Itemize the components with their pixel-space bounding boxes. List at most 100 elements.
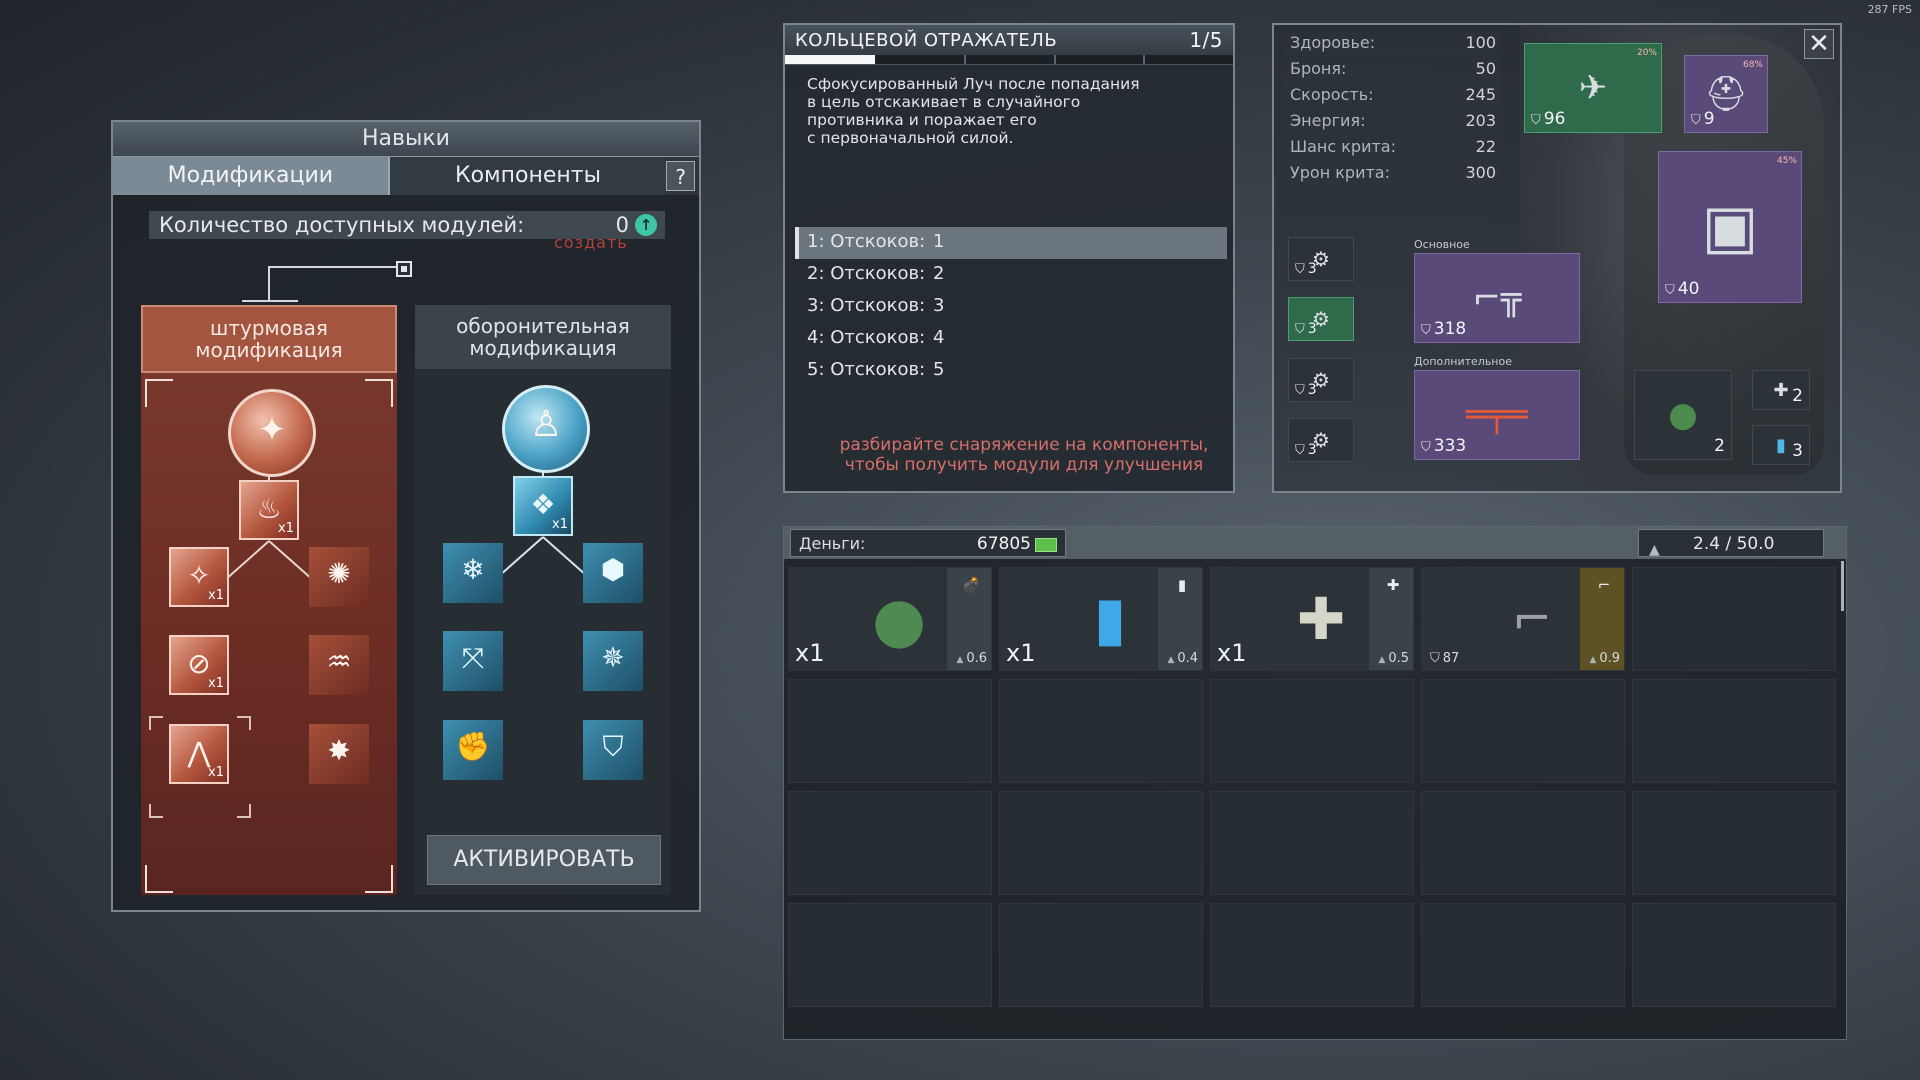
inventory-empty-slot[interactable] — [1421, 791, 1625, 895]
defense-root-node[interactable]: ♙ — [502, 385, 590, 473]
bandage-slot[interactable]: ✚ 2 — [1752, 370, 1810, 410]
progress-tick — [964, 55, 967, 64]
secondary-weapon-armor: 333 — [1421, 436, 1466, 456]
mod-slot[interactable]: ⚙3 — [1288, 358, 1354, 402]
inventory-empty-slot[interactable] — [1632, 567, 1836, 671]
helmet-slot[interactable]: ⛑ 68% 9 — [1684, 55, 1768, 133]
inventory-empty-slot[interactable] — [1210, 679, 1414, 783]
expand-icon[interactable] — [396, 261, 412, 277]
defense-node-frost[interactable]: ❄ — [443, 543, 503, 603]
shield-icon: ⛉ — [602, 730, 624, 763]
assault-node-beam[interactable]: ✧ x1 — [169, 547, 229, 607]
level-row[interactable]: 5: Отскоков: 5 — [795, 355, 1227, 387]
upgrade-arrow-icon[interactable]: ↑ — [635, 214, 657, 236]
secondary-weapon-slot[interactable]: ═╤═ 333 — [1414, 370, 1580, 460]
level-row[interactable]: 4: Отскоков: 4 — [795, 323, 1227, 355]
tab-components[interactable]: Компоненты — [389, 157, 667, 195]
level-row[interactable]: 3: Отскоков: 3 — [795, 291, 1227, 323]
beam-icon: ✦ — [257, 410, 287, 450]
mod-armor: 3 — [1295, 261, 1317, 277]
assault-root-node[interactable]: ✦ — [228, 389, 316, 477]
inventory-empty-slot[interactable] — [999, 791, 1203, 895]
skill-description-panel: КОЛЬЦЕВОЙ ОТРАЖАТЕЛЬ 1/5 Сфокусированный… — [783, 23, 1235, 493]
defense-tree: оборонительная модификация ♙ ❖ x1 ❄ ⬢ ⤧ … — [415, 305, 671, 895]
defense-node-shield[interactable]: ⛉ — [583, 720, 643, 780]
flash-icon: ✸ — [327, 734, 351, 767]
assault-node-target[interactable]: ⊘ x1 — [169, 635, 229, 695]
tab-modifications[interactable]: Модификации — [113, 157, 390, 195]
node-level: x1 — [552, 517, 568, 532]
stat-value: 245 — [1465, 85, 1496, 104]
inventory-item-bandage[interactable]: ✚ ✚ x1 0.5 — [1210, 567, 1414, 671]
inventory-scrollbar[interactable] — [1841, 561, 1844, 611]
mod-slot[interactable]: ⚙3 — [1288, 237, 1354, 281]
assault-node-ricochet[interactable]: ⋀ x1 — [169, 724, 229, 784]
level-row[interactable]: 1: Отскоков: 1 — [795, 227, 1227, 259]
inventory-empty-slot[interactable] — [1421, 679, 1625, 783]
flames-icon: ♒ — [326, 645, 352, 678]
inventory-empty-slot[interactable] — [999, 903, 1203, 1007]
battery-slot[interactable]: ▮ 3 — [1752, 425, 1810, 465]
inventory-empty-slot[interactable] — [788, 791, 992, 895]
inventory-empty-slot[interactable] — [788, 903, 992, 1007]
item-weight: 0.5 — [1379, 651, 1409, 666]
stat-value: 203 — [1465, 111, 1496, 130]
vest-slot[interactable]: ▣ 45% 40 — [1658, 151, 1802, 303]
money-label: Деньги: — [799, 534, 866, 553]
battery-type-icon: ▮ — [1177, 576, 1187, 594]
mod-slot[interactable]: ⚙3 — [1288, 418, 1354, 462]
drone-condition: 20% — [1636, 48, 1657, 58]
item-quantity: x1 — [795, 639, 825, 667]
stat-value: 22 — [1475, 137, 1496, 156]
stat-label: Энергия: — [1290, 111, 1366, 130]
inventory-empty-slot[interactable] — [1210, 791, 1414, 895]
primary-weapon-armor: 318 — [1421, 319, 1466, 339]
item-weight: 0.6 — [957, 651, 987, 666]
mod-slot[interactable]: ⚙3 — [1288, 297, 1354, 341]
level-row[interactable]: 2: Отскоков: 2 — [795, 259, 1227, 291]
create-link[interactable]: создать — [554, 233, 628, 252]
money-display: Деньги: 67805 — [790, 529, 1066, 557]
assault-node-burst[interactable]: ✺ — [309, 547, 369, 607]
activate-button[interactable]: АКТИВИРОВАТЬ — [427, 835, 661, 885]
vest-armor: 40 — [1665, 279, 1700, 299]
medical-type-icon: ✚ — [1386, 576, 1400, 594]
expand-arrows-icon: ⤧ — [461, 641, 485, 674]
inventory-empty-slot[interactable] — [1632, 791, 1836, 895]
grenade-icon: ● — [871, 582, 927, 656]
help-button[interactable]: ? — [666, 161, 695, 191]
assault-node-flash[interactable]: ✸ — [309, 724, 369, 784]
bandage-icon: ✚ — [1296, 585, 1346, 653]
hex-shield-icon: ⬢ — [600, 553, 626, 586]
defense-node-expand[interactable]: ⤧ — [443, 631, 503, 691]
explosive-type-icon: 💣 — [961, 576, 981, 594]
progress-tick — [1143, 55, 1146, 64]
close-button[interactable]: ✕ — [1804, 29, 1834, 59]
stat-label: Броня: — [1290, 59, 1347, 78]
inventory-empty-slot[interactable] — [1421, 903, 1625, 1007]
node-level: x1 — [208, 765, 224, 780]
inventory-empty-slot[interactable] — [1632, 679, 1836, 783]
inventory-item-grenade[interactable]: ● 💣 x1 0.6 — [788, 567, 992, 671]
defense-node-hexshield[interactable]: ⬢ — [583, 543, 643, 603]
defense-node-shard[interactable]: ❖ x1 — [513, 476, 573, 536]
inventory-item-pistol[interactable]: ⌐ ⌐ 87 0.9 — [1421, 567, 1625, 671]
inventory-item-battery[interactable]: ▮ ▮ x1 0.4 — [999, 567, 1203, 671]
branch-line — [268, 266, 270, 302]
inventory-empty-slot[interactable] — [788, 679, 992, 783]
defense-tree-header[interactable]: оборонительная модификация — [415, 305, 671, 369]
inventory-empty-slot[interactable] — [1632, 903, 1836, 1007]
assault-tree-header[interactable]: штурмовая модификация — [141, 305, 397, 373]
assault-node-flames[interactable]: ♒ — [309, 635, 369, 695]
assault-node-fire[interactable]: ♨ x1 — [239, 480, 299, 540]
inventory-empty-slot[interactable] — [999, 679, 1203, 783]
primary-weapon-label: Основное — [1414, 238, 1470, 251]
level-value: 2 — [933, 263, 945, 284]
primary-weapon-slot[interactable]: ⌐╦ 318 — [1414, 253, 1580, 343]
inventory-empty-slot[interactable] — [1210, 903, 1414, 1007]
grenade-slot[interactable]: ● 2 — [1634, 370, 1732, 460]
drone-slot[interactable]: ✈ 20% 96 — [1524, 43, 1662, 133]
defense-node-fist[interactable]: ✊ — [443, 720, 503, 780]
weight-display: ▲ 2.4 / 50.0 — [1638, 529, 1824, 558]
defense-node-shield-burst[interactable]: ✵ — [583, 631, 643, 691]
